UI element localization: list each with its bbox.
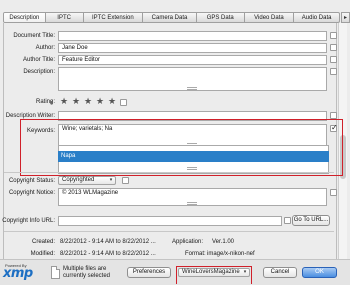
keywords-checkbox[interactable]	[330, 123, 338, 132]
modified-label: Modified:	[30, 251, 55, 257]
copyright-notice-resize-grip[interactable]	[187, 202, 197, 205]
tab-iptc-extension[interactable]: IPTC Extension	[84, 13, 144, 22]
document-title-label: Document Title:	[13, 33, 55, 39]
description-checkbox[interactable]	[330, 68, 337, 75]
copyright-info-url-field[interactable]	[58, 216, 282, 226]
author-title-label: Author Title:	[22, 57, 55, 63]
star-icon-5[interactable]: ★	[108, 97, 116, 106]
tab-gps-data[interactable]: GPS Data	[197, 13, 245, 22]
copyright-status-select[interactable]: Copyrighted ▾	[58, 176, 116, 185]
format-value: image/x-nikon-nef	[207, 251, 255, 257]
preferences-button[interactable]: Preferences	[127, 267, 171, 278]
keyword-suggestion-item[interactable]: Napa	[58, 151, 329, 162]
xmp-logo: xmp	[3, 266, 33, 281]
copyright-status-checkbox[interactable]	[122, 177, 129, 184]
document-title-field[interactable]	[58, 31, 327, 41]
description-writer-checkbox[interactable]	[330, 112, 337, 119]
multiple-files-line1: Multiple files are	[63, 266, 107, 272]
keywords-label: Keywords:	[26, 128, 55, 134]
copyright-notice-checkbox[interactable]	[330, 189, 337, 196]
copyright-info-url-checkbox[interactable]	[284, 217, 291, 224]
copyright-info-url-label: Copyright Info URL:	[2, 218, 55, 224]
star-icon-4[interactable]: ★	[96, 97, 104, 106]
created-label: Created:	[31, 239, 55, 245]
tab-strip: Description IPTC IPTC Extension Camera D…	[3, 12, 340, 23]
suggestion-resize-grip[interactable]	[187, 167, 197, 170]
author-label: Author:	[35, 45, 55, 51]
tab-description[interactable]: Description	[4, 13, 46, 22]
copyright-status-label: Copyright Status:	[8, 178, 55, 184]
modified-value: 8/22/2012 - 9:14 AM to 8/22/2012 ...	[60, 251, 156, 257]
tab-camera-data[interactable]: Camera Data	[143, 13, 197, 22]
created-value: 8/22/2012 - 9:14 AM to 8/22/2012 ...	[60, 239, 156, 245]
tab-iptc[interactable]: IPTC	[46, 13, 84, 22]
multiple-files-line2: currently selected	[63, 273, 111, 279]
ok-button[interactable]: OK	[302, 267, 337, 278]
author-title-field[interactable]: Feature Editor	[58, 55, 327, 65]
rating-clear-dot[interactable]	[50, 101, 53, 104]
multiple-files-icon	[51, 266, 60, 279]
copyright-status-value: Copyrighted	[62, 177, 95, 183]
cancel-button[interactable]: Cancel	[263, 267, 297, 278]
tab-video-data[interactable]: Video Data	[245, 13, 295, 22]
tab-scroll-icon[interactable]: ▸	[341, 12, 350, 23]
star-icon-1[interactable]: ★	[60, 97, 68, 106]
multiple-files-text: Multiple files are currently selected	[63, 266, 110, 280]
template-highlight-box	[176, 266, 252, 284]
description-label: Description:	[23, 69, 55, 75]
tab-audio-data[interactable]: Audio Data	[294, 13, 339, 22]
document-title-checkbox[interactable]	[330, 32, 337, 39]
format-label: Format:	[185, 251, 206, 257]
star-icon-3[interactable]: ★	[84, 97, 92, 106]
star-icon-2[interactable]: ★	[72, 97, 80, 106]
chevron-down-icon: ▾	[109, 177, 113, 183]
application-value: Ver.1.00	[212, 239, 235, 245]
section-divider-2	[4, 231, 334, 232]
section-divider	[4, 172, 334, 173]
author-title-checkbox[interactable]	[330, 56, 337, 63]
description-resize-grip[interactable]	[187, 87, 197, 90]
go-to-url-button[interactable]: Go To URL...	[292, 215, 330, 226]
rating-checkbox[interactable]	[120, 99, 127, 106]
author-checkbox[interactable]	[330, 44, 337, 51]
author-field[interactable]: Jane Doe	[58, 43, 327, 53]
copyright-notice-label: Copyright Notice:	[8, 190, 55, 196]
application-label: Application:	[172, 239, 204, 245]
